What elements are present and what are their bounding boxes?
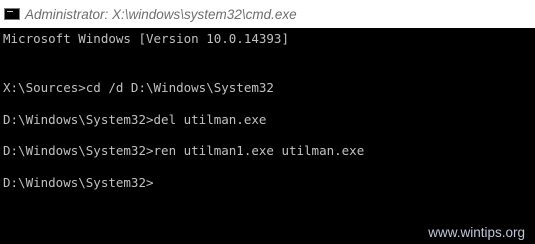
- console-line-prompt: D:\Windows\System32>: [3, 175, 154, 190]
- cmd-window: Administrator: X:\windows\system32\cmd.e…: [0, 0, 535, 244]
- console-line-ren: D:\Windows\System32>ren utilman1.exe uti…: [3, 143, 365, 158]
- cmd-icon: [4, 8, 20, 20]
- watermark: www.wintips.org: [428, 225, 525, 240]
- console-line-del: D:\Windows\System32>del utilman.exe: [3, 112, 267, 127]
- console-output[interactable]: Microsoft Windows [Version 10.0.14393] X…: [0, 28, 535, 244]
- window-title: Administrator: X:\windows\system32\cmd.e…: [25, 6, 297, 22]
- console-line-version: Microsoft Windows [Version 10.0.14393]: [3, 31, 289, 46]
- console-line-cd: X:\Sources>cd /d D:\Windows\System32: [3, 80, 274, 95]
- title-bar[interactable]: Administrator: X:\windows\system32\cmd.e…: [0, 0, 535, 28]
